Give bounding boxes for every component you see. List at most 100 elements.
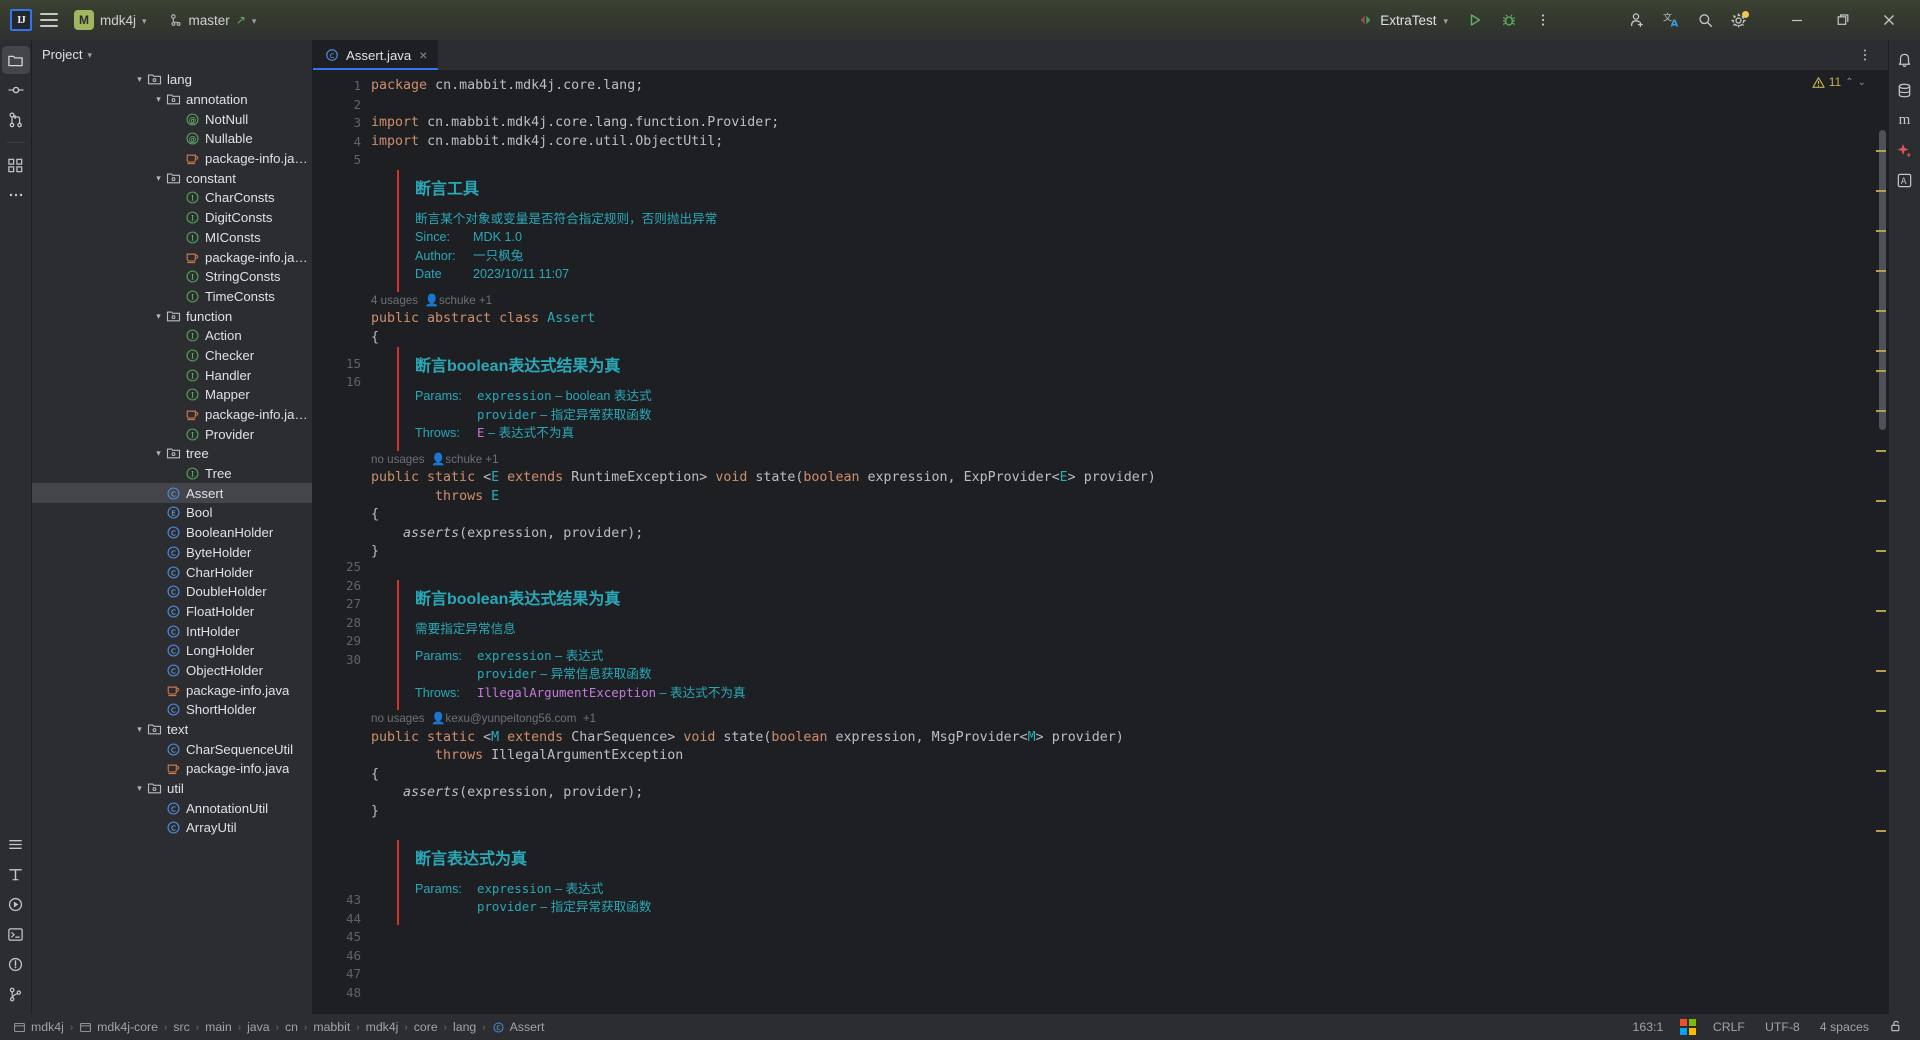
tree-node-action[interactable]: I Action xyxy=(32,326,312,346)
more-run-options-button[interactable] xyxy=(1528,7,1558,33)
tool-window-structure[interactable] xyxy=(2,151,30,179)
run-button[interactable] xyxy=(1460,7,1490,33)
tool-window-project[interactable] xyxy=(1,46,30,74)
chevron-down-icon[interactable]: ▾ xyxy=(133,74,146,85)
chevron-down-icon[interactable]: ▾ xyxy=(133,783,146,794)
inspection-marker[interactable] xyxy=(1876,770,1886,772)
tree-node-checker[interactable]: I Checker xyxy=(32,346,312,366)
inspection-marker[interactable] xyxy=(1876,450,1886,452)
inspection-marker[interactable] xyxy=(1876,350,1886,352)
tree-node-package-info-java[interactable]: package-info.java xyxy=(32,149,312,169)
tool-window-notifications[interactable] xyxy=(1891,46,1919,74)
tree-node-tree[interactable]: I Tree xyxy=(32,464,312,484)
chevron-down-icon[interactable]: ▾ xyxy=(152,448,165,459)
breadcrumb-item-mdk4j[interactable]: mdk4j xyxy=(361,1020,404,1034)
main-menu-button[interactable] xyxy=(38,9,60,31)
chevron-down-icon[interactable]: ▾ xyxy=(152,173,165,184)
breadcrumb-item-mdk4j-core[interactable]: mdk4j-core xyxy=(74,1020,163,1034)
vcs-author[interactable]: schuke +1 xyxy=(439,294,492,307)
tool-window-translation[interactable]: A xyxy=(1891,166,1919,194)
tool-window-version-control[interactable] xyxy=(2,980,30,1008)
settings-button[interactable] xyxy=(1724,7,1754,33)
tree-node-charconsts[interactable]: I CharConsts xyxy=(32,188,312,208)
tree-node-intholder[interactable]: C IntHolder xyxy=(32,621,312,641)
search-button[interactable] xyxy=(1690,7,1720,33)
tree-node-package-info-java[interactable]: package-info.java xyxy=(32,247,312,267)
editor-options-button[interactable] xyxy=(1850,42,1880,68)
minimize-button[interactable] xyxy=(1776,0,1818,40)
vcs-author[interactable]: schuke +1 xyxy=(445,453,498,466)
tree-node-function[interactable]: ▾ function xyxy=(32,306,312,326)
inspection-marker[interactable] xyxy=(1876,550,1886,552)
tool-window-terminal[interactable] xyxy=(2,920,30,948)
scrollbar-thumb[interactable] xyxy=(1879,130,1886,430)
breadcrumb-item-mdk4j[interactable]: mdk4j xyxy=(8,1020,69,1034)
editor-scrollbar[interactable] xyxy=(1874,70,1888,1014)
inspection-marker[interactable] xyxy=(1876,370,1886,372)
tree-node-objectholder[interactable]: C ObjectHolder xyxy=(32,661,312,681)
usage-count[interactable]: no usages xyxy=(371,453,425,466)
editor-tab-assert-java[interactable]: C Assert.java × xyxy=(313,40,439,70)
tree-node-charholder[interactable]: C CharHolder xyxy=(32,562,312,582)
inspection-marker[interactable] xyxy=(1876,310,1886,312)
code-content[interactable]: package cn.mabbit.mdk4j.core.lang; import… xyxy=(371,70,1874,1014)
tree-node-annotationutil[interactable]: C AnnotationUtil xyxy=(32,798,312,818)
tool-window-commit[interactable] xyxy=(2,76,30,104)
tree-node-package-info-java[interactable]: package-info.java xyxy=(32,405,312,425)
breadcrumb-item-core[interactable]: core xyxy=(409,1020,443,1034)
tree-node-stringconsts[interactable]: I StringConsts xyxy=(32,267,312,287)
breadcrumb-item-cn[interactable]: cn xyxy=(280,1020,303,1034)
tool-window-maven[interactable]: m xyxy=(1891,106,1919,134)
breadcrumb[interactable]: mdk4j › mdk4j-core › src › main › java › cn › mabbi… xyxy=(8,1020,549,1034)
translate-button[interactable]: 文 A xyxy=(1656,7,1686,33)
read-only-toggle[interactable] xyxy=(1886,1018,1906,1037)
tree-node-tree[interactable]: ▾ tree xyxy=(32,444,312,464)
tree-node-booleanholder[interactable]: C BooleanHolder xyxy=(32,523,312,543)
tree-node-mapper[interactable]: I Mapper xyxy=(32,385,312,405)
usage-count[interactable]: 4 usages xyxy=(371,294,418,307)
tree-node-miconsts[interactable]: I MIConsts xyxy=(32,228,312,248)
indent-setting[interactable]: 4 spaces xyxy=(1817,1019,1872,1035)
inspection-marker[interactable] xyxy=(1876,610,1886,612)
tree-node-nullable[interactable]: @ Nullable xyxy=(32,129,312,149)
tree-node-timeconsts[interactable]: I TimeConsts xyxy=(32,287,312,307)
tree-node-bool[interactable]: E Bool xyxy=(32,503,312,523)
chevron-down-icon[interactable]: ▾ xyxy=(133,724,146,735)
breadcrumb-item-mabbit[interactable]: mabbit xyxy=(308,1020,355,1034)
run-configuration-selector[interactable]: ExtraTest ▾ xyxy=(1350,7,1456,33)
tool-window-services[interactable] xyxy=(2,890,30,918)
tab-close-icon[interactable]: × xyxy=(418,48,428,62)
tree-node-annotation[interactable]: ▾ annotation xyxy=(32,90,312,110)
tree-node-longholder[interactable]: C LongHolder xyxy=(32,641,312,661)
tool-window-ai-assistant[interactable] xyxy=(1891,136,1919,164)
tree-node-constant[interactable]: ▾ constant xyxy=(32,168,312,188)
project-selector[interactable]: M mdk4j ▾ xyxy=(66,7,155,33)
inspection-marker[interactable] xyxy=(1876,410,1886,412)
tool-window-problems[interactable] xyxy=(2,950,30,978)
tree-node-digitconsts[interactable]: I DigitConsts xyxy=(32,208,312,228)
tool-window-database[interactable] xyxy=(1891,76,1919,104)
inspection-next-icon[interactable]: ⌄ xyxy=(1858,77,1866,88)
project-tree[interactable]: ▾ lang ▾ annotation @ NotNull @ Nullable pa… xyxy=(32,68,312,1014)
line-separator[interactable]: CRLF xyxy=(1710,1019,1748,1035)
maximize-button[interactable] xyxy=(1822,0,1864,40)
tree-node-assert[interactable]: C Assert xyxy=(32,483,312,504)
tree-node-package-info-java[interactable]: package-info.java xyxy=(32,680,312,700)
caret-position[interactable]: 163:1 xyxy=(1630,1019,1667,1035)
inspection-marker[interactable] xyxy=(1876,710,1886,712)
inspection-widget[interactable]: 11 ⌃ ⌄ xyxy=(1812,75,1866,89)
vcs-author[interactable]: kexu@yunpeitong56.com +1 xyxy=(445,712,596,725)
usage-count[interactable]: no usages xyxy=(371,712,425,725)
tree-node-charsequenceutil[interactable]: C CharSequenceUtil xyxy=(32,739,312,759)
inspection-marker[interactable] xyxy=(1876,270,1886,272)
breadcrumb-item-assert[interactable]: C Assert xyxy=(487,1020,550,1034)
chevron-down-icon[interactable]: ▾ xyxy=(87,50,92,61)
tree-node-doubleholder[interactable]: C DoubleHolder xyxy=(32,582,312,602)
add-user-button[interactable] xyxy=(1622,7,1652,33)
close-button[interactable] xyxy=(1868,0,1910,40)
tool-window-pull-requests[interactable] xyxy=(2,106,30,134)
inspection-marker[interactable] xyxy=(1876,830,1886,832)
tree-node-floatholder[interactable]: C FloatHolder xyxy=(32,602,312,622)
breadcrumb-item-java[interactable]: java xyxy=(242,1020,275,1034)
inspection-marker[interactable] xyxy=(1876,230,1886,232)
